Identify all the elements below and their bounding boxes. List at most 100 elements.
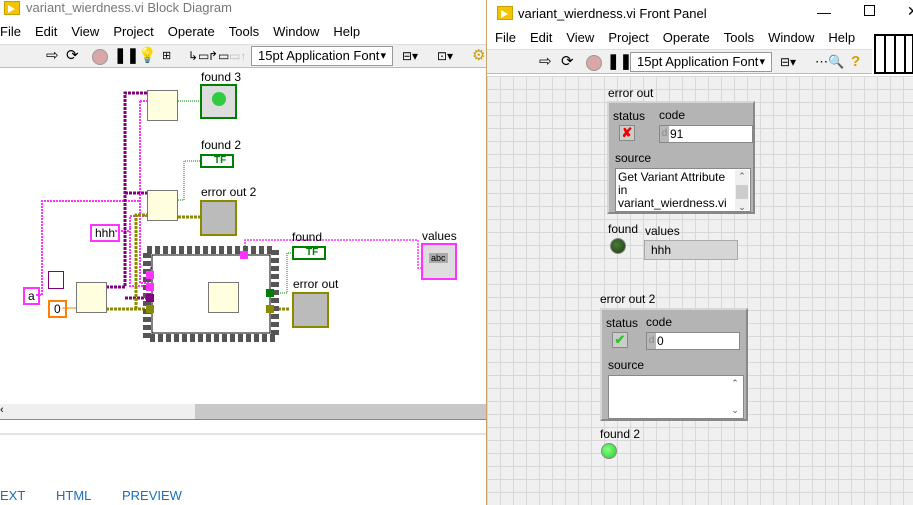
menu-edit[interactable]: Edit	[28, 24, 64, 39]
error-out-label: error out	[608, 86, 654, 100]
error-out2-terminal[interactable]	[200, 200, 237, 236]
block-diagram-window: variant_wierdness.vi Block Diagram File …	[0, 0, 486, 505]
menu-help[interactable]: Help	[326, 24, 367, 39]
source-value: Get Variant Attribute in variant_wierdne…	[618, 170, 727, 210]
wires	[36, 91, 425, 342]
close-button[interactable]: ✕	[907, 3, 913, 20]
found3-led-terminal[interactable]	[200, 84, 237, 119]
radix-label: d	[647, 333, 656, 349]
zero-constant[interactable]: 0	[48, 300, 67, 318]
menu-window[interactable]: Window	[761, 30, 821, 45]
menu-tools[interactable]: Tools	[222, 24, 266, 39]
reorder-icon[interactable]: ⚙	[472, 47, 485, 65]
front-panel-canvas: error out status ✘ code d 91 source Get V…	[487, 76, 913, 505]
scrollbar-thumb[interactable]	[195, 404, 486, 419]
menu-project[interactable]: Project	[106, 24, 160, 39]
window-title: variant_wierdness.vi Front Panel	[518, 6, 707, 21]
found2-terminal[interactable]: TF	[200, 154, 235, 168]
values-abc: abc	[429, 253, 448, 263]
error-out-terminal[interactable]	[292, 292, 329, 328]
source-scrollbar[interactable]: ⌃ ⌄	[728, 377, 742, 417]
toolbar: ⇨ ⟳ ❚❚ 15pt Application Font ⊟▾ ⋯🔍 ?	[487, 49, 872, 74]
abort-icon[interactable]	[92, 49, 108, 65]
menu-operate[interactable]: Operate	[161, 24, 222, 39]
status-error-indicator: ✘	[619, 125, 635, 141]
code-label: code	[659, 108, 686, 122]
code-value: 91	[670, 127, 684, 141]
pause-icon[interactable]: ❚❚	[607, 53, 632, 71]
menu-bar: File Edit View Project Operate Tools Win…	[488, 30, 862, 45]
tab-html[interactable]: HTML	[56, 488, 91, 503]
tab-preview[interactable]: PREVIEW	[122, 488, 182, 503]
menu-window[interactable]: Window	[266, 24, 326, 39]
run-arrow-icon[interactable]: ⇨	[539, 53, 552, 71]
tunnel	[266, 289, 274, 297]
code-label: code	[646, 315, 673, 329]
get-variant-attribute-node[interactable]	[208, 282, 239, 313]
maximize-button[interactable]	[864, 5, 875, 16]
values-label: values	[645, 224, 680, 238]
minimize-button[interactable]: —	[817, 4, 831, 20]
error-out-cluster: status ✘ code d 91 source Get Variant Att…	[607, 101, 755, 214]
menu-tools[interactable]: Tools	[717, 30, 761, 45]
run-continuously-icon[interactable]: ⟳	[66, 47, 79, 65]
search-icon[interactable]: ⋯🔍	[815, 53, 844, 71]
menu-file[interactable]: File	[488, 30, 523, 45]
name-constant-a[interactable]: a	[23, 287, 40, 305]
source-label: source	[615, 151, 652, 165]
menu-file[interactable]: File	[0, 24, 28, 39]
horizontal-scrollbar[interactable]: ‹	[0, 404, 486, 420]
step-into-icon[interactable]: ↳▭	[188, 47, 209, 65]
abort-icon[interactable]	[586, 55, 602, 71]
source-scrollbar[interactable]: ⌃ ⌄	[735, 170, 749, 211]
error-out2-cluster: status ✔ code d0 source ⌃ ⌄	[600, 308, 748, 421]
found-terminal[interactable]: TF	[292, 246, 327, 260]
values-indicator: hhh	[644, 240, 738, 260]
values-label: values	[422, 229, 457, 243]
get-variant-attribute-node[interactable]	[147, 190, 178, 221]
align-objects-icon[interactable]: ⊟▾	[780, 53, 796, 71]
set-variant-attribute-node[interactable]	[76, 282, 107, 313]
run-continuously-icon[interactable]: ⟳	[561, 53, 574, 71]
font-selector[interactable]: 15pt Application Font	[630, 52, 772, 72]
menu-help[interactable]: Help	[821, 30, 862, 45]
help-icon[interactable]: ?	[851, 53, 860, 71]
step-over-icon[interactable]: ↱▭	[208, 47, 229, 65]
source-indicator: Get Variant Attribute in variant_wierdne…	[615, 168, 751, 212]
align-objects-icon[interactable]: ⊟▾	[402, 47, 418, 65]
code-indicator: d 91	[659, 125, 753, 143]
found2-led	[601, 443, 617, 459]
get-variant-attribute-node[interactable]	[147, 90, 178, 121]
diagram-canvas[interactable]: a hhh 0 found 3 found 2 TF error out 2 f…	[0, 68, 486, 404]
led-icon	[212, 92, 226, 106]
front-panel-window: variant_wierdness.vi Front Panel — ✕ Fil…	[486, 0, 913, 505]
source-indicator: ⌃ ⌄	[608, 375, 744, 419]
font-selector[interactable]: 15pt Application Font	[251, 46, 393, 66]
menu-edit[interactable]: Edit	[523, 30, 559, 45]
scroll-left-icon[interactable]: ‹	[0, 404, 4, 416]
hhh-constant[interactable]: hhh	[90, 224, 121, 242]
menu-view[interactable]: View	[64, 24, 106, 39]
found-led	[610, 238, 626, 254]
variant-constant[interactable]	[48, 271, 64, 289]
found2-label: found 2	[201, 138, 242, 152]
distribute-objects-icon[interactable]: ⊡▾	[437, 47, 453, 65]
step-out-icon[interactable]: ▭↑	[229, 47, 246, 65]
status-label: status	[613, 109, 646, 123]
menu-operate[interactable]: Operate	[656, 30, 717, 45]
retain-wire-values-icon[interactable]: ⊞	[162, 47, 171, 65]
error-out-label: error out	[293, 277, 339, 291]
radix-label: d	[660, 126, 669, 142]
run-arrow-icon[interactable]: ⇨	[46, 47, 59, 65]
tunnel	[146, 283, 154, 291]
menu-view[interactable]: View	[559, 30, 601, 45]
tunnel	[266, 305, 274, 313]
menu-project[interactable]: Project	[601, 30, 655, 45]
tab-text[interactable]: EXT	[0, 488, 25, 503]
connector-pane-icon[interactable]	[874, 34, 913, 74]
toolbar: ⇨ ⟳ ❚❚ 💡 ⊞ ↳▭ ↱▭ ▭↑ 15pt Application Fon…	[0, 44, 486, 68]
highlight-execution-icon[interactable]: 💡	[138, 47, 157, 65]
divider	[0, 433, 486, 435]
values-terminal[interactable]: abc	[421, 243, 457, 280]
pause-icon[interactable]: ❚❚	[114, 47, 139, 65]
